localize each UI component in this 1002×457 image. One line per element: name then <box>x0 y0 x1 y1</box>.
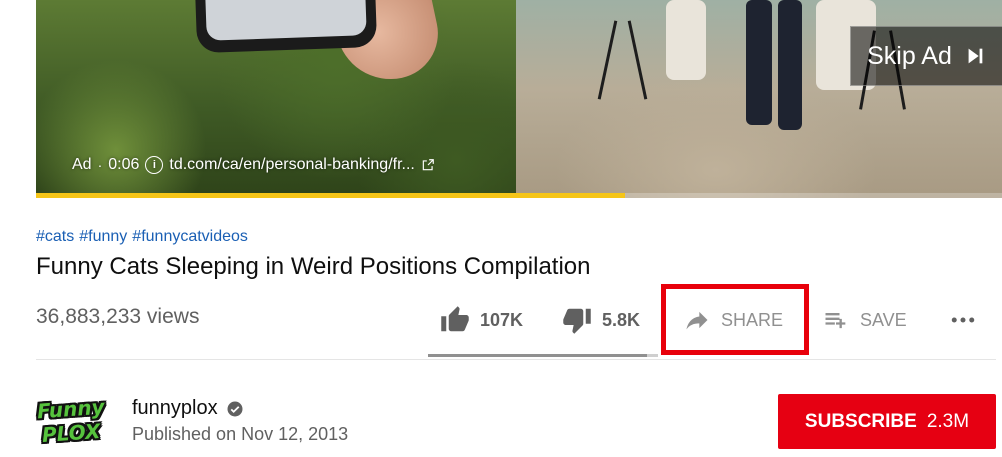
hashtag-link-funny[interactable]: #funny <box>79 228 127 246</box>
more-horizontal-icon <box>951 317 975 323</box>
like-dislike-ratio-bar <box>428 354 658 357</box>
verified-check-icon <box>227 401 243 416</box>
ad-progress-bar[interactable] <box>36 193 1002 198</box>
ad-url-link[interactable]: td.com/ca/en/personal-banking/fr... <box>169 156 414 174</box>
subscriber-count: 2.3M <box>926 410 970 432</box>
channel-avatar[interactable]: Funny PLOX <box>36 388 105 454</box>
video-title: Funny Cats Sleeping in Weird Positions C… <box>36 253 591 280</box>
hashtag-link-cats[interactable]: #cats <box>36 228 74 246</box>
avatar-text-line2: PLOX <box>41 418 101 448</box>
skip-next-icon <box>968 48 983 64</box>
skip-ad-label: Skip Ad <box>867 41 952 70</box>
like-count: 107K <box>480 309 524 330</box>
video-actions: 107K 5.8K SHARE SAVE <box>0 300 1002 340</box>
ad-label: Ad <box>72 156 92 173</box>
watch-page: Ad · 0:06 i td.com/ca/en/personal-bankin… <box>0 0 1002 457</box>
like-button[interactable]: 107K <box>440 300 523 340</box>
channel-name: funnyplox <box>132 397 218 419</box>
external-link-icon[interactable] <box>421 158 435 172</box>
subscribe-button[interactable]: SUBSCRIBE 2.3M <box>778 394 996 449</box>
thumbs-down-icon <box>563 308 591 334</box>
channel-name-link[interactable]: funnyplox <box>132 397 244 420</box>
subscribe-label: SUBSCRIBE <box>804 410 917 432</box>
ad-time: 0:06 <box>108 156 140 173</box>
hashtag-link-funnycatvideos[interactable]: #funnycatvideos <box>132 228 248 246</box>
dislike-button[interactable]: 5.8K <box>562 300 640 340</box>
save-label: SAVE <box>860 309 907 330</box>
more-actions-button[interactable] <box>948 300 978 340</box>
like-ratio-fill <box>428 354 647 357</box>
dislike-count: 5.8K <box>602 309 641 330</box>
video-player[interactable]: Ad · 0:06 i td.com/ca/en/personal-bankin… <box>36 0 1002 198</box>
ad-separator: · <box>97 157 103 173</box>
ad-info-bar: Ad · 0:06 i td.com/ca/en/personal-bankin… <box>72 156 435 174</box>
info-icon[interactable]: i <box>145 156 164 174</box>
ad-progress-fill <box>36 193 626 198</box>
playlist-add-icon <box>825 313 846 329</box>
thumbs-up-icon <box>441 306 469 332</box>
skip-ad-button[interactable]: Skip Ad <box>850 26 1002 86</box>
divider <box>36 359 996 360</box>
share-highlight-box <box>661 284 809 355</box>
hashtags: #cats #funny #funnycatvideos <box>36 228 248 246</box>
save-button[interactable]: SAVE <box>822 300 907 340</box>
publish-date: Published on Nov 12, 2013 <box>132 424 349 444</box>
